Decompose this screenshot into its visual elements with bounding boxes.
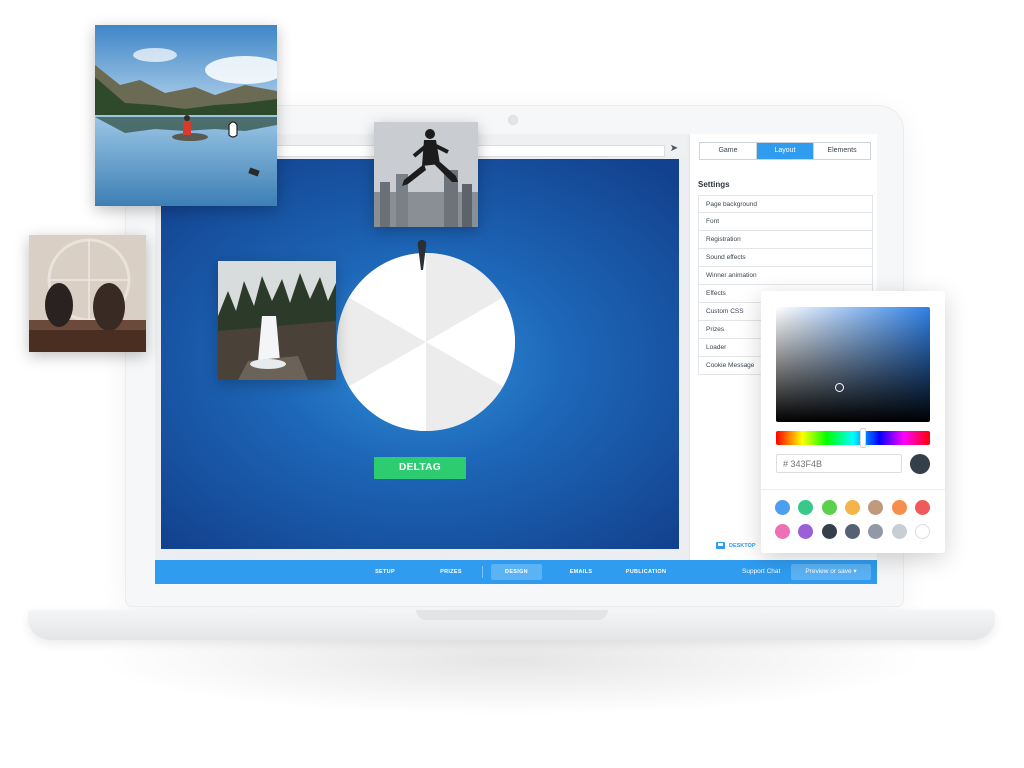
- waterfall-image: [218, 261, 336, 380]
- editor-tabs: Game Layout Elements: [699, 142, 871, 160]
- tab-game[interactable]: Game: [700, 143, 756, 159]
- support-chat-link[interactable]: Support Chat: [742, 560, 780, 584]
- wheel-pointer: [417, 240, 427, 270]
- color-cursor[interactable]: [835, 383, 844, 392]
- ferris-wheel-image: [29, 235, 146, 352]
- settings-title: Settings: [698, 180, 730, 189]
- photo-jumping-man[interactable]: [374, 122, 478, 227]
- bottom-nav: SETUP PRIZES DESIGN EMAILS PUBLICATION S…: [155, 560, 877, 584]
- photo-waterfall[interactable]: [218, 261, 336, 380]
- hand-cursor-icon: [228, 121, 238, 138]
- color-swatch[interactable]: [775, 500, 790, 515]
- laptop-base-notch: [416, 610, 608, 620]
- nav-design[interactable]: DESIGN: [491, 564, 542, 580]
- saturation-value-area[interactable]: [776, 307, 930, 422]
- picker-divider: [761, 489, 945, 490]
- color-swatch[interactable]: [891, 500, 907, 515]
- lake-mountains-image: [95, 25, 277, 206]
- camera-icon: [508, 115, 518, 125]
- hex-color-input[interactable]: [776, 454, 902, 473]
- preview-or-save-button[interactable]: Preview or save ▾: [791, 564, 871, 580]
- nav-emails[interactable]: EMAILS: [565, 560, 597, 584]
- nav-publication[interactable]: PUBLICATION: [623, 560, 669, 584]
- settings-item-winner-animation[interactable]: Winner animation: [698, 267, 873, 285]
- hue-slider-thumb[interactable]: [860, 428, 866, 448]
- color-swatch[interactable]: [868, 500, 884, 515]
- tab-layout[interactable]: Layout: [756, 143, 813, 159]
- device-toggle-label: DESKTOP: [729, 542, 756, 549]
- color-swatch[interactable]: [798, 500, 814, 515]
- color-swatch[interactable]: [821, 524, 837, 539]
- color-swatch[interactable]: [798, 524, 814, 539]
- settings-item-font[interactable]: Font: [698, 213, 873, 231]
- photo-ferris-wheel[interactable]: [29, 235, 146, 352]
- color-swatch[interactable]: [844, 524, 860, 539]
- color-swatch[interactable]: [868, 524, 884, 539]
- tab-elements[interactable]: Elements: [813, 143, 870, 159]
- jumping-man-image: [374, 122, 478, 227]
- color-swatch[interactable]: [844, 500, 860, 515]
- deltag-button[interactable]: DELTAG: [374, 457, 466, 479]
- color-swatch[interactable]: [914, 524, 930, 539]
- nav-divider: [482, 566, 483, 578]
- photo-lake-mountains[interactable]: [95, 25, 277, 206]
- nav-setup[interactable]: SETUP: [370, 560, 400, 584]
- nav-prizes[interactable]: PRIZES: [435, 560, 467, 584]
- device-toggle[interactable]: DESKTOP: [716, 542, 756, 549]
- color-picker: [761, 291, 945, 553]
- color-swatch[interactable]: [914, 500, 930, 515]
- color-swatch[interactable]: [891, 524, 907, 539]
- settings-item-registration[interactable]: Registration: [698, 231, 873, 249]
- color-swatch[interactable]: [821, 500, 837, 515]
- settings-item-page-background[interactable]: Page background: [698, 195, 873, 213]
- settings-item-sound-effects[interactable]: Sound effects: [698, 249, 873, 267]
- color-swatch[interactable]: [775, 524, 790, 539]
- hue-slider[interactable]: [776, 431, 930, 445]
- prize-wheel[interactable]: [337, 253, 515, 431]
- send-icon[interactable]: ➤: [668, 143, 680, 155]
- current-color-swatch: [910, 454, 930, 474]
- desktop-icon: [716, 542, 725, 549]
